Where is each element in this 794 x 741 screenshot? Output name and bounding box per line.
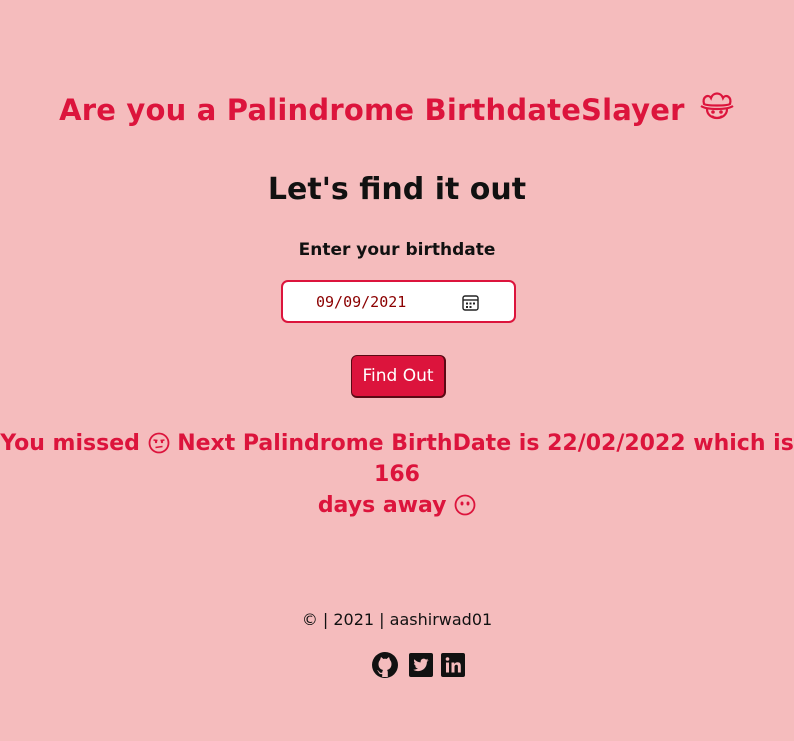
result-text-1: You missed xyxy=(0,431,140,456)
cowboy-face-icon xyxy=(700,92,734,120)
birthdate-value[interactable]: 09/09/2021 xyxy=(316,293,406,311)
unamused-face-icon xyxy=(148,432,169,454)
page-title: Are you a Palindrome BirthdateSlayer xyxy=(0,90,794,127)
result-text-3: days away xyxy=(317,493,447,518)
birthdate-input[interactable]: 09/09/2021 xyxy=(281,280,516,323)
page-subtitle: Let's find it out xyxy=(267,172,527,207)
page: Are you a Palindrome BirthdateSlayer Let… xyxy=(0,0,794,741)
result-text-2: Next Palindrome BirthDate is 22/02/2022 … xyxy=(177,431,794,487)
social-links xyxy=(371,651,471,679)
footer-text: © | 2021 | aashirwad01 xyxy=(301,610,493,629)
face-without-mouth-icon xyxy=(454,494,476,516)
find-out-button[interactable]: Find Out xyxy=(351,355,446,398)
twitter-icon[interactable] xyxy=(407,651,435,679)
github-icon[interactable] xyxy=(371,651,399,679)
result-message: You missed Next Palindrome BirthDate is … xyxy=(0,428,794,521)
linkedin-icon[interactable] xyxy=(439,651,467,679)
title-text: Are you a Palindrome BirthdateSlayer xyxy=(59,93,685,127)
birthdate-label: Enter your birthdate xyxy=(298,240,496,260)
calendar-icon[interactable] xyxy=(462,294,479,311)
